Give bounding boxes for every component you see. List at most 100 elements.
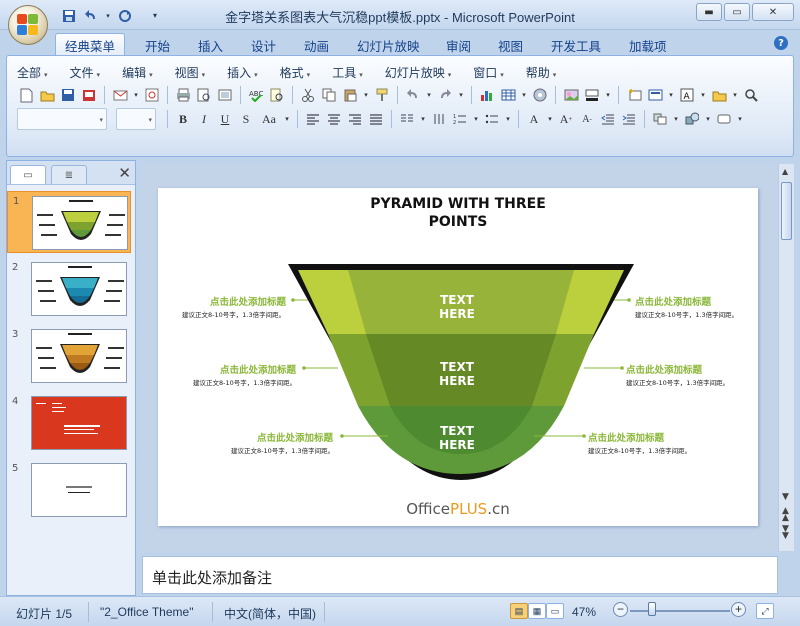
help-icon[interactable]: ? xyxy=(774,36,788,50)
menu-edit[interactable]: 编辑 ▾ xyxy=(122,64,153,81)
chevron-down-icon[interactable]: ▾ xyxy=(132,86,140,104)
font-size-dropdown[interactable]: ▾ xyxy=(116,108,156,130)
italic-icon[interactable]: I xyxy=(195,110,213,128)
slide-canvas[interactable]: PYRAMID WITH THREE POINTS TEXT HERE TEXT… xyxy=(158,188,758,526)
notes-placeholder[interactable]: 单击此处添加备注 xyxy=(152,567,272,588)
page-setup-icon[interactable] xyxy=(216,86,234,104)
label-title-left-3[interactable]: 点击此处添加标题 xyxy=(257,430,333,444)
chevron-down-icon[interactable]: ▾ xyxy=(520,86,528,104)
pyramid-text-middle[interactable]: TEXT HERE xyxy=(417,360,497,388)
pyramid-graphic[interactable] xyxy=(158,188,758,526)
columns-icon[interactable] xyxy=(398,110,416,128)
tab-home[interactable]: 开始 xyxy=(136,34,179,57)
notes-pane[interactable]: 单击此处添加备注 xyxy=(142,556,778,594)
chevron-down-icon[interactable]: ▾ xyxy=(704,110,712,128)
print-icon[interactable] xyxy=(174,86,192,104)
menu-all[interactable]: 全部 ▾ xyxy=(17,64,48,81)
open-folder-icon[interactable] xyxy=(38,86,56,104)
maximize-icon[interactable]: ▭ xyxy=(724,3,750,21)
pyramid-text-top[interactable]: TEXT HERE xyxy=(417,293,497,321)
tab-addins[interactable]: 加载项 xyxy=(620,34,676,57)
label-desc-right-1[interactable]: 建议正文8-10号字，1.3倍字间距。 xyxy=(635,309,738,319)
chevron-down-icon[interactable]: ▾ xyxy=(699,86,707,104)
research-icon[interactable] xyxy=(268,86,286,104)
zoom-level[interactable]: 47% xyxy=(572,605,596,619)
increase-indent-icon[interactable] xyxy=(620,110,638,128)
save-icon[interactable] xyxy=(59,86,77,104)
cut-icon[interactable] xyxy=(299,86,317,104)
menu-format[interactable]: 格式 ▾ xyxy=(280,64,311,81)
zoom-slider[interactable] xyxy=(630,610,730,612)
shapes-icon[interactable] xyxy=(683,110,701,128)
normal-view-icon[interactable]: ▤ xyxy=(510,603,528,619)
theme-name[interactable]: "2_Office Theme" xyxy=(100,605,193,619)
pyramid-text-bottom[interactable]: TEXT HERE xyxy=(417,424,497,452)
chevron-down-icon[interactable]: ▾ xyxy=(457,86,465,104)
tab-slideshow[interactable]: 幻灯片放映 xyxy=(348,34,429,57)
office-button[interactable] xyxy=(8,5,48,45)
menu-tools[interactable]: 工具 ▾ xyxy=(332,64,363,81)
decrease-indent-icon[interactable] xyxy=(599,110,617,128)
slide-thumbnail[interactable]: 5 xyxy=(7,459,131,521)
label-title-right-3[interactable]: 点击此处添加标题 xyxy=(588,430,664,444)
chevron-down-icon[interactable]: ▾ xyxy=(425,86,433,104)
numbering-icon[interactable]: 12 xyxy=(451,110,469,128)
tab-animation[interactable]: 动画 xyxy=(295,34,338,57)
label-title-left-1[interactable]: 点击此处添加标题 xyxy=(210,294,286,308)
label-desc-right-3[interactable]: 建议正文8-10号字，1.3倍字间距。 xyxy=(588,445,691,455)
slide-thumbnail[interactable]: 3 xyxy=(7,325,131,387)
zoom-out-icon[interactable]: − xyxy=(613,602,628,617)
paste-icon[interactable] xyxy=(341,86,359,104)
bullets-icon[interactable] xyxy=(483,110,501,128)
tab-review[interactable]: 审阅 xyxy=(437,34,480,57)
open-folder-icon[interactable] xyxy=(710,86,728,104)
quick-styles-icon[interactable] xyxy=(715,110,733,128)
align-right-icon[interactable] xyxy=(346,110,364,128)
color-fill-icon[interactable] xyxy=(583,86,601,104)
menu-view[interactable]: 视图 ▾ xyxy=(175,64,206,81)
slideshow-view-icon[interactable]: ▭ xyxy=(546,603,564,619)
menu-help[interactable]: 帮助 ▾ xyxy=(526,64,557,81)
change-case-icon[interactable]: Aa xyxy=(258,110,280,128)
next-slide-icon[interactable]: ▼ ▼ xyxy=(782,525,789,541)
close-icon[interactable]: ✕ xyxy=(752,3,794,21)
permission-icon[interactable] xyxy=(80,86,98,104)
chevron-down-icon[interactable]: ▾ xyxy=(419,110,427,128)
slide-layout-icon[interactable] xyxy=(646,86,664,104)
underline-icon[interactable]: U xyxy=(216,110,234,128)
grow-font-icon[interactable]: A + xyxy=(557,110,575,128)
zoom-slider-handle[interactable] xyxy=(648,602,656,616)
tab-classic-menu[interactable]: 经典菜单 xyxy=(55,33,126,56)
font-color-icon[interactable]: A xyxy=(525,110,543,128)
chevron-down-icon[interactable]: ▾ xyxy=(672,110,680,128)
redo-icon[interactable] xyxy=(436,86,454,104)
label-desc-left-1[interactable]: 建议正文8-10号字，1.3倍字间距。 xyxy=(182,309,285,319)
chevron-down-icon[interactable]: ▾ xyxy=(736,110,744,128)
new-document-icon[interactable] xyxy=(17,86,35,104)
chevron-down-icon[interactable]: ▾ xyxy=(546,110,554,128)
copy-icon[interactable] xyxy=(320,86,338,104)
text-direction-icon[interactable] xyxy=(430,110,448,128)
slide-thumbnail[interactable]: 4 xyxy=(7,392,131,454)
shadow-icon[interactable]: S xyxy=(237,110,255,128)
insert-chart-icon[interactable] xyxy=(478,86,496,104)
email-icon[interactable] xyxy=(111,86,129,104)
tab-developer[interactable]: 开发工具 xyxy=(542,34,610,57)
align-center-icon[interactable] xyxy=(325,110,343,128)
spelling-icon[interactable]: ABC xyxy=(247,86,265,104)
label-title-left-2[interactable]: 点击此处添加标题 xyxy=(220,362,296,376)
scroll-thumb[interactable] xyxy=(781,182,792,240)
pdf-icon[interactable] xyxy=(143,86,161,104)
chevron-down-icon[interactable]: ▾ xyxy=(362,86,370,104)
slide-thumbnail[interactable]: 1 xyxy=(7,191,131,253)
outline-tab-icon[interactable]: ≣ xyxy=(51,165,87,184)
print-preview-icon[interactable] xyxy=(195,86,213,104)
label-title-right-2[interactable]: 点击此处添加标题 xyxy=(626,362,702,376)
label-desc-left-3[interactable]: 建议正文8-10号字，1.3倍字间距。 xyxy=(231,445,334,455)
search-icon[interactable] xyxy=(742,86,760,104)
menu-slideshow[interactable]: 幻灯片放映 ▾ xyxy=(385,64,452,81)
tab-design[interactable]: 设计 xyxy=(242,34,285,57)
language-indicator[interactable]: 中文(简体，中国) xyxy=(224,605,316,622)
label-desc-left-2[interactable]: 建议正文8-10号字，1.3倍字间距。 xyxy=(193,377,296,387)
tab-insert[interactable]: 插入 xyxy=(189,34,232,57)
